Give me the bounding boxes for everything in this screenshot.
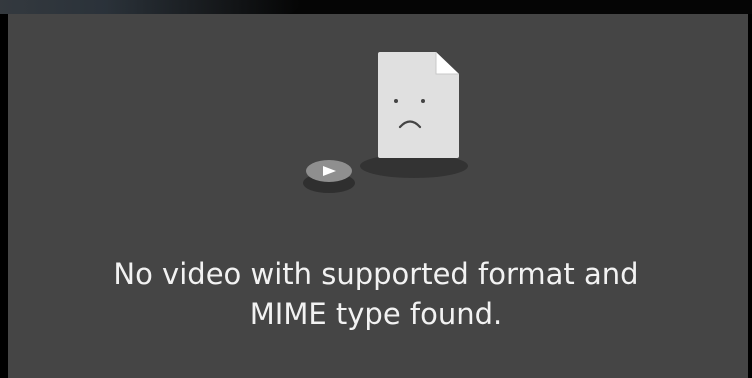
browser-frame: No video with supported format and MIME … — [0, 0, 752, 378]
blurred-background — [0, 0, 300, 14]
error-message: No video with supported format and MIME … — [113, 257, 639, 331]
broken-file-sad-icon — [378, 52, 459, 158]
play-icon — [303, 160, 355, 193]
error-graphic — [303, 52, 468, 193]
top-strip — [0, 0, 752, 14]
